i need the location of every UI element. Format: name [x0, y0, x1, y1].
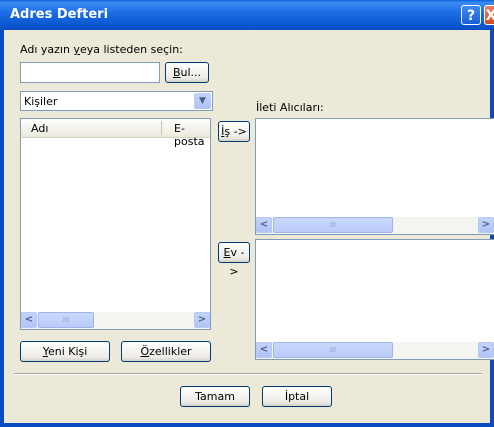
- scroll-left-icon[interactable]: <: [256, 217, 272, 233]
- home-recipients-hscrollbar[interactable]: < III >: [256, 342, 494, 359]
- source-combo-value: Kişiler: [24, 95, 58, 108]
- home-to-button-label: v ->: [229, 246, 245, 278]
- scroll-right-icon[interactable]: >: [478, 217, 494, 233]
- help-icon[interactable]: ?: [461, 5, 481, 25]
- column-header-name[interactable]: Adı: [31, 122, 48, 135]
- properties-button-accel: Ö: [140, 345, 150, 358]
- title-bar[interactable]: Adres Defteri ? X: [0, 0, 494, 30]
- window-title: Adres Defteri: [10, 7, 109, 22]
- close-icon[interactable]: X: [484, 5, 494, 25]
- find-button[interactable]: Bul...: [165, 62, 209, 83]
- chevron-down-icon[interactable]: ▼: [194, 93, 211, 109]
- work-to-button-label: ş ->: [224, 125, 247, 138]
- search-prompt-text: Adı yazın: [20, 43, 74, 56]
- find-button-accel: B: [172, 66, 181, 79]
- home-recipients-list[interactable]: < III >: [255, 239, 494, 360]
- ok-button[interactable]: Tamam: [180, 386, 250, 407]
- contacts-list-header: Adı E-posta: [21, 119, 210, 148]
- properties-button[interactable]: Özellikler: [121, 341, 211, 362]
- search-input[interactable]: [20, 62, 160, 83]
- window-border-left: [0, 30, 4, 427]
- new-contact-button-label: eni Kişi: [47, 345, 88, 358]
- scroll-thumb[interactable]: III: [273, 217, 393, 233]
- window-border-bottom: [0, 423, 494, 427]
- scroll-left-icon[interactable]: <: [256, 342, 272, 358]
- column-divider[interactable]: [161, 121, 162, 135]
- home-to-button[interactable]: Ev ->: [218, 242, 250, 278]
- recipients-label: İleti Alıcıları:: [256, 101, 324, 114]
- properties-button-label: zellikler: [149, 345, 192, 358]
- scroll-right-icon[interactable]: >: [194, 312, 210, 328]
- source-combo[interactable]: Kişiler ▼: [20, 91, 213, 111]
- work-recipients-hscrollbar[interactable]: < III >: [256, 217, 494, 234]
- contacts-hscrollbar[interactable]: < III >: [21, 312, 210, 329]
- find-button-label: ul...: [180, 66, 202, 79]
- scroll-thumb[interactable]: III: [38, 312, 94, 328]
- scroll-right-icon[interactable]: >: [478, 342, 494, 358]
- search-prompt-label: Adı yazın yeya listeden seçin:: [20, 43, 183, 56]
- separator: [14, 373, 482, 375]
- column-header-email[interactable]: E-posta: [174, 122, 210, 148]
- cancel-button[interactable]: İptal: [262, 386, 332, 407]
- new-contact-button[interactable]: Yeni Kişi: [20, 341, 110, 362]
- scroll-left-icon[interactable]: <: [21, 312, 37, 328]
- scroll-thumb[interactable]: III: [273, 342, 393, 358]
- address-book-dialog: Adres Defteri ? X Adı yazın yeya listede…: [0, 0, 494, 427]
- contacts-list[interactable]: Adı E-posta < III >: [20, 118, 211, 330]
- work-to-button[interactable]: İş ->: [218, 121, 250, 142]
- search-prompt-text-2: eya listeden seçin:: [79, 43, 183, 56]
- work-recipients-list[interactable]: < III >: [255, 118, 494, 235]
